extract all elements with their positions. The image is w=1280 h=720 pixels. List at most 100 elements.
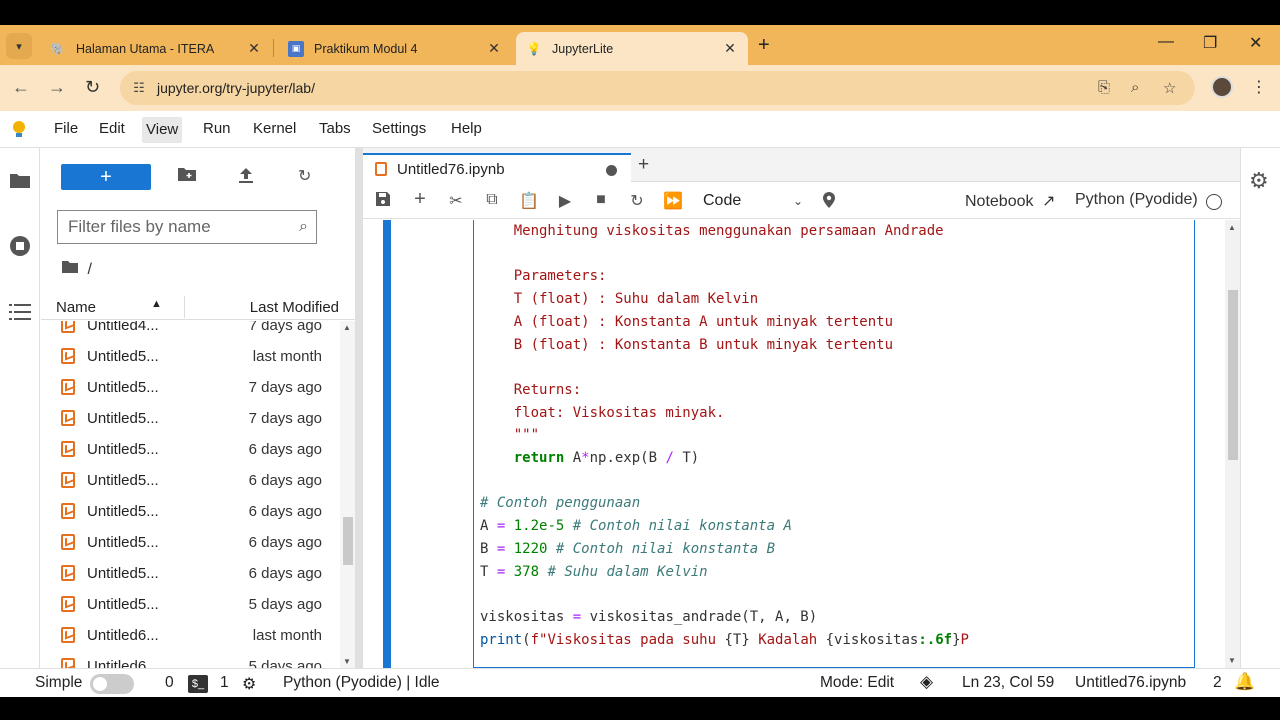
notebook-scrollbar[interactable]: ▲ ▼ (1225, 220, 1240, 668)
new-tab-button[interactable]: + (758, 34, 770, 57)
scroll-up-icon[interactable]: ▲ (1228, 223, 1236, 232)
menu-file[interactable]: File (52, 120, 80, 137)
kernel-name[interactable]: Python (Pyodide) (1075, 191, 1198, 209)
kernel-status[interactable]: Python (Pyodide) | Idle (283, 674, 440, 692)
simple-mode-toggle[interactable] (90, 674, 134, 694)
interrupt-kernel-icon[interactable]: ■ (591, 191, 611, 209)
code-content[interactable]: Menghitung viskositas menggunakan persam… (480, 220, 969, 651)
simple-mode-label: Simple (35, 674, 83, 691)
unsaved-indicator-icon[interactable] (606, 165, 617, 176)
scrollbar-thumb[interactable] (343, 517, 353, 565)
folder-icon[interactable] (8, 168, 32, 192)
browser-tab-praktikum[interactable]: ▣ Praktikum Modul 4 ✕ (278, 32, 512, 65)
kernel-count[interactable]: 1 (220, 674, 229, 692)
cell-type-select[interactable]: Code ⌄ (703, 189, 803, 213)
copy-icon[interactable]: ⧉ (482, 191, 502, 209)
save-icon[interactable] (373, 191, 393, 212)
restore-icon[interactable]: ❐ (1203, 33, 1217, 53)
filter-files-input[interactable] (58, 211, 278, 243)
menu-view[interactable]: View (142, 117, 183, 143)
filter-files-input-wrap: ⌕ (57, 210, 317, 244)
menu-kernel[interactable]: Kernel (251, 120, 298, 137)
new-tab-plus-icon[interactable]: + (638, 154, 649, 176)
scroll-up-icon[interactable]: ▲ (343, 323, 351, 332)
browser-tab-jupyterlite[interactable]: 💡 JupyterLite ✕ (516, 32, 748, 65)
kernel-sessions-icon[interactable]: ⚙ (242, 674, 256, 694)
close-tab-icon[interactable]: ✕ (722, 40, 738, 57)
restart-kernel-icon[interactable]: ↻ (627, 191, 647, 211)
upload-icon[interactable] (238, 166, 254, 189)
panel-splitter[interactable] (355, 148, 363, 668)
minimize-icon[interactable]: — (1158, 33, 1174, 51)
close-tab-icon[interactable]: ✕ (486, 40, 502, 57)
file-row[interactable]: Untitled5... 6 days ago (41, 497, 341, 528)
scroll-down-icon[interactable]: ▼ (343, 657, 351, 666)
cut-icon[interactable]: ✂ (446, 191, 466, 211)
breadcrumb: / (61, 260, 92, 279)
file-row[interactable]: Untitled5... 6 days ago (41, 559, 341, 590)
close-tab-icon[interactable]: ✕ (246, 40, 262, 57)
breadcrumb-path[interactable]: / (87, 261, 91, 278)
home-folder-icon[interactable] (61, 261, 79, 278)
file-row[interactable]: Untitled5... 7 days ago (41, 404, 341, 435)
terminal-icon[interactable]: $_ (188, 675, 208, 693)
tab-search-button[interactable]: ▾ (6, 33, 32, 59)
file-row[interactable]: Untitled5... 6 days ago (41, 435, 341, 466)
file-row[interactable]: Untitled5... 5 days ago (41, 590, 341, 621)
install-app-icon[interactable]: ⎘ (1098, 79, 1110, 96)
forward-icon[interactable]: → (48, 77, 66, 98)
paste-icon[interactable]: 📋 (519, 191, 539, 211)
bookmark-star-icon[interactable]: ☆ (1163, 79, 1176, 97)
reload-icon[interactable]: ↻ (85, 77, 100, 98)
close-window-icon[interactable]: ✕ (1249, 33, 1262, 53)
notification-count[interactable]: 2 (1213, 674, 1222, 692)
file-row[interactable]: Untitled5... 6 days ago (41, 528, 341, 559)
browser-tab-label: JupyterLite (552, 41, 614, 56)
menu-settings[interactable]: Settings (370, 120, 428, 137)
address-bar[interactable]: ☷ jupyter.org/try-jupyter/lab/ ⎘ ⌕ ☆ (120, 71, 1195, 105)
file-row[interactable]: Untitled6... last month (41, 621, 341, 652)
insert-cell-icon[interactable]: + (410, 188, 430, 211)
file-list-scrollbar[interactable]: ▲ ▼ (340, 321, 355, 668)
file-row[interactable]: Untitled6... 5 days ago (41, 652, 341, 668)
file-row[interactable]: Untitled5... last month (41, 342, 341, 373)
run-cell-icon[interactable]: ▶ (555, 191, 575, 211)
browser-tab-itera[interactable]: 🐘 Halaman Utama - ITERA ✕ (40, 32, 272, 65)
notebook-file-icon (61, 410, 75, 426)
restart-run-all-icon[interactable]: ⏩ (663, 191, 683, 211)
active-cell-indicator[interactable] (383, 220, 391, 668)
running-sessions-icon[interactable] (8, 234, 32, 258)
new-launcher-button[interactable]: + (61, 164, 151, 190)
menu-tabs[interactable]: Tabs (317, 120, 353, 137)
menu-help[interactable]: Help (449, 120, 484, 137)
column-modified-header[interactable]: Last Modified (250, 299, 339, 316)
column-name-header[interactable]: Name (56, 299, 96, 316)
zoom-icon[interactable]: ⌕ (1131, 79, 1139, 96)
debugger-icon[interactable] (819, 191, 839, 214)
file-row[interactable]: Untitled4... 7 days ago (41, 321, 341, 342)
file-row[interactable]: Untitled5... 6 days ago (41, 466, 341, 497)
table-of-contents-icon[interactable] (8, 300, 32, 324)
property-inspector-gear-icon[interactable]: ⚙ (1249, 168, 1269, 194)
cursor-position[interactable]: Ln 23, Col 59 (962, 674, 1054, 692)
browser-menu-icon[interactable]: ⋮ (1251, 77, 1267, 97)
refresh-icon[interactable]: ↻ (298, 166, 311, 186)
scroll-down-icon[interactable]: ▼ (1228, 656, 1236, 665)
site-info-icon[interactable]: ☷ (130, 79, 148, 97)
back-icon[interactable]: ← (12, 77, 30, 98)
terminal-count[interactable]: 0 (165, 674, 174, 692)
scrollbar-thumb[interactable] (1228, 290, 1238, 460)
open-notebook-link[interactable]: Notebook ↗ (965, 191, 1055, 211)
notebook-file-icon (61, 379, 75, 395)
file-row[interactable]: Untitled5... 7 days ago (41, 373, 341, 404)
tab-notebook[interactable]: Untitled76.ipynb (363, 153, 631, 183)
menu-run[interactable]: Run (201, 120, 233, 137)
notebook-body: Menghitung viskositas menggunakan persam… (363, 220, 1225, 668)
jupyter-favicon-icon: 💡 (526, 41, 542, 56)
menu-edit[interactable]: Edit (97, 120, 127, 137)
new-folder-icon[interactable] (177, 166, 197, 187)
profile-avatar[interactable] (1211, 76, 1233, 98)
bell-icon[interactable]: 🔔 (1234, 672, 1255, 692)
lsp-status-check-icon[interactable]: ◈ (920, 672, 933, 692)
code-cell-editor[interactable]: Menghitung viskositas menggunakan persam… (473, 220, 1195, 668)
